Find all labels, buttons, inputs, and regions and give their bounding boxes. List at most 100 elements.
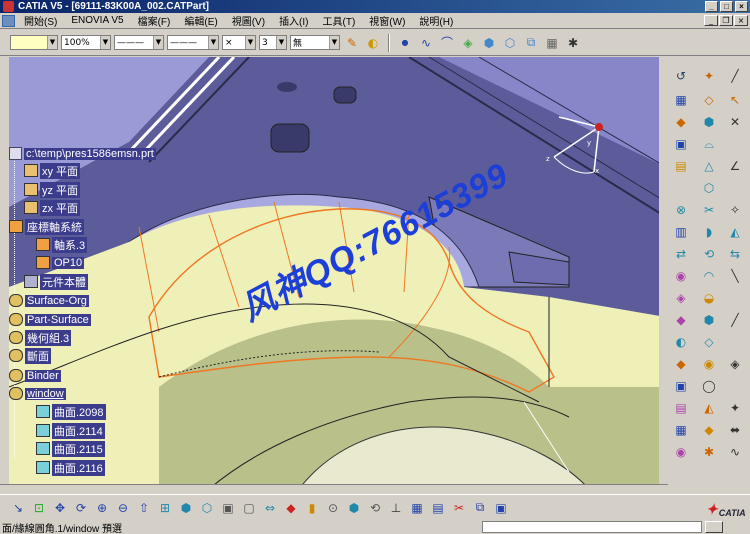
heal-icon[interactable]: ▦: [543, 34, 561, 52]
opacity-combo[interactable]: 100% ▼: [61, 35, 111, 50]
tree-node-yz-plane[interactable]: yz 平面: [24, 181, 81, 198]
spline-icon[interactable]: ∿: [417, 34, 435, 52]
shell-icon[interactable]: ◐: [672, 333, 690, 351]
chevron-down-icon[interactable]: ▼: [276, 36, 286, 49]
wrap-icon[interactable]: ◉: [700, 355, 718, 373]
offset-icon[interactable]: ⬡: [700, 179, 718, 197]
pattern-icon[interactable]: ▦: [672, 91, 690, 109]
rotate-view-icon[interactable]: ⟳: [71, 498, 91, 518]
doc-restore-button[interactable]: ❐: [719, 15, 733, 26]
connect-checker-icon[interactable]: ▦: [672, 421, 690, 439]
menu-start[interactable]: 開始(S): [17, 13, 64, 28]
tree-node-axis-3[interactable]: 軸系.3: [36, 236, 88, 253]
tree-node-binder[interactable]: Binder: [9, 368, 61, 383]
point-tool-icon[interactable]: ✦: [700, 67, 718, 85]
tree-node-part-surface[interactable]: Part-Surface: [9, 312, 91, 327]
linetype-combo[interactable]: ——— ▼: [114, 35, 164, 50]
viewport-vertical-scrollbar[interactable]: [659, 57, 668, 489]
thickness-tool-icon[interactable]: ◇: [700, 333, 718, 351]
cube-icon[interactable]: ⬢: [344, 498, 364, 518]
hide-show-icon[interactable]: ▣: [218, 498, 238, 518]
point-symbol-combo[interactable]: × ▼: [222, 35, 256, 50]
chevron-down-icon[interactable]: ▼: [245, 36, 255, 49]
disassemble-icon[interactable]: ⬢: [700, 311, 718, 329]
tree-node-window[interactable]: window: [9, 386, 66, 401]
symmetry-icon[interactable]: ⇆: [726, 245, 744, 263]
measure-between-icon[interactable]: ⊙: [323, 498, 343, 518]
point-icon[interactable]: ●: [396, 34, 414, 52]
chevron-down-icon[interactable]: ▼: [329, 36, 339, 49]
tools-icon[interactable]: ✱: [564, 34, 582, 52]
multi-section-icon[interactable]: ⬡: [501, 34, 519, 52]
intersection-icon[interactable]: ⊗: [672, 201, 690, 219]
doc-minimize-button[interactable]: _: [704, 15, 718, 26]
tree-node-op10[interactable]: OP10: [36, 255, 85, 270]
sweep-icon[interactable]: ▤: [672, 157, 690, 175]
tree-node-section[interactable]: 斷面: [9, 347, 51, 364]
zoom-in-icon[interactable]: ⊕: [92, 498, 112, 518]
fit-all-icon[interactable]: ⊡: [29, 498, 49, 518]
pan-icon[interactable]: ✥: [50, 498, 70, 518]
blend-icon[interactable]: ◒: [700, 289, 718, 307]
porcupine-icon[interactable]: ◆: [700, 421, 718, 439]
viewport-horizontal-scrollbar[interactable]: [0, 484, 668, 493]
doc-close-button[interactable]: ×: [734, 15, 748, 26]
paste-icon[interactable]: ▣: [491, 498, 511, 518]
menu-insert[interactable]: 插入(I): [272, 13, 315, 28]
line-tool-icon[interactable]: ╱: [726, 67, 744, 85]
near-icon[interactable]: ◆: [672, 311, 690, 329]
scale-icon[interactable]: ◉: [672, 267, 690, 285]
copy-icon[interactable]: ⧉: [470, 498, 490, 518]
minimize-button[interactable]: _: [705, 1, 718, 12]
grid-icon[interactable]: ▦: [407, 498, 427, 518]
menu-enovia[interactable]: ENOVIA V5: [64, 15, 130, 26]
extract-icon[interactable]: ◈: [672, 289, 690, 307]
select-arrow-icon[interactable]: ↘: [8, 498, 28, 518]
extrude-icon[interactable]: ⬢: [480, 34, 498, 52]
update-icon[interactable]: ⇔: [260, 498, 280, 518]
curve-icon[interactable]: ⌒: [438, 34, 456, 52]
material-icon[interactable]: ▮: [302, 498, 322, 518]
affinity-icon[interactable]: ◠: [700, 267, 718, 285]
menu-file[interactable]: 檔案(F): [131, 13, 178, 28]
rotate-icon[interactable]: ⟲: [700, 245, 718, 263]
tree-node-part-body[interactable]: 元件本體: [24, 273, 88, 290]
linestyle-combo[interactable]: ——— ▼: [167, 35, 219, 50]
fill-icon[interactable]: △: [700, 157, 718, 175]
close-button[interactable]: ×: [735, 1, 748, 12]
command-button[interactable]: [705, 521, 723, 533]
menu-view[interactable]: 視圖(V): [225, 13, 272, 28]
surface-icon[interactable]: ◈: [459, 34, 477, 52]
law-icon[interactable]: ◆: [672, 355, 690, 373]
formula-icon[interactable]: ✱: [700, 443, 718, 461]
mirror-icon[interactable]: ⬌: [726, 421, 744, 439]
revolve-icon[interactable]: ⌓: [700, 135, 718, 153]
stop-icon[interactable]: ◆: [281, 498, 301, 518]
knowledge-icon[interactable]: ◉: [672, 443, 690, 461]
plane-tool-icon[interactable]: ◇: [700, 91, 718, 109]
chevron-down-icon[interactable]: ▼: [208, 36, 218, 49]
tree-node-surface-2115[interactable]: 曲面.2115: [36, 440, 105, 457]
tree-node-geometrical-set-3[interactable]: 幾何組.3: [9, 329, 72, 346]
thickness-combo[interactable]: 3 ▼: [259, 35, 287, 50]
maximize-button[interactable]: □: [720, 1, 733, 12]
project-icon[interactable]: ◆: [672, 113, 690, 131]
box-icon[interactable]: ▣: [672, 377, 690, 395]
command-input[interactable]: [482, 521, 702, 533]
draft-analysis-icon[interactable]: ◭: [700, 399, 718, 417]
tree-node-zx-plane[interactable]: zx 平面: [24, 199, 81, 216]
sketcher-icon[interactable]: ↺: [672, 67, 690, 85]
paint-bucket-icon[interactable]: ◐: [364, 34, 382, 52]
menu-edit[interactable]: 編輯(E): [177, 13, 224, 28]
catia-app-icon[interactable]: [3, 1, 14, 12]
catalog-icon[interactable]: ▤: [428, 498, 448, 518]
swap-space-icon[interactable]: ▢: [239, 498, 259, 518]
document-icon[interactable]: [2, 14, 15, 27]
edge-tool-icon[interactable]: ╱: [726, 311, 744, 329]
split-icon[interactable]: ✂: [700, 201, 718, 219]
select-icon[interactable]: ↖: [726, 91, 744, 109]
tree-node-surface-2114[interactable]: 曲面.2114: [36, 422, 105, 439]
analysis-icon[interactable]: ▤: [672, 399, 690, 417]
shading-icon[interactable]: ⬡: [197, 498, 217, 518]
translate-icon[interactable]: ⇄: [672, 245, 690, 263]
